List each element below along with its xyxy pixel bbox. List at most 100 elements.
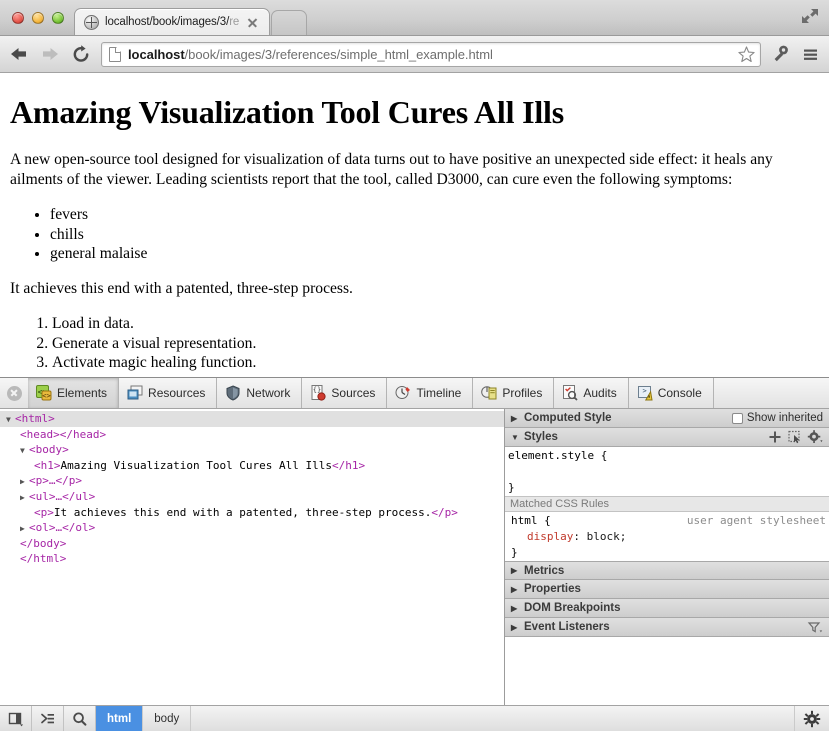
- dom-node-head[interactable]: <head></head>: [0, 427, 504, 442]
- disclosure-triangle-icon[interactable]: [20, 490, 29, 505]
- show-inherited-checkbox[interactable]: [731, 412, 743, 424]
- dom-node-p-text[interactable]: <p>It achieves this end with a patented,…: [0, 505, 504, 520]
- styles-settings-icon[interactable]: [807, 429, 823, 445]
- page-paragraph-1: A new open-source tool designed for visu…: [10, 150, 773, 189]
- address-bar[interactable]: localhost/book/images/3/references/simpl…: [101, 41, 761, 67]
- disclosure-triangle-icon[interactable]: [20, 443, 29, 458]
- dom-node-ol-collapsed[interactable]: <ol>…</ol>: [0, 520, 504, 536]
- gear-icon[interactable]: [795, 706, 829, 731]
- section-label: DOM Breakpoints: [524, 602, 621, 614]
- list-item: Generate a visual representation.: [52, 335, 819, 354]
- globe-icon: [84, 14, 99, 30]
- list-item: fevers: [50, 206, 819, 225]
- new-tab-button[interactable]: [271, 10, 307, 35]
- css-property-value[interactable]: block;: [580, 530, 627, 543]
- tab-network[interactable]: Network: [217, 378, 303, 408]
- star-icon[interactable]: [737, 45, 756, 64]
- list-item: Activate magic healing function.: [52, 354, 819, 373]
- dock-to-side-icon[interactable]: [0, 706, 32, 731]
- tab-label: Sources: [331, 386, 376, 400]
- rule-header: html { user agent stylesheet: [508, 513, 829, 529]
- svg-text:>: >: [642, 387, 646, 395]
- disclosure-triangle-icon[interactable]: [511, 433, 520, 442]
- disclosure-triangle-icon[interactable]: [20, 474, 29, 489]
- dom-node-html-close[interactable]: </html>: [0, 551, 504, 566]
- dom-node-ul-collapsed[interactable]: <ul>…</ul>: [0, 489, 504, 505]
- section-event-listeners[interactable]: Event Listeners: [505, 618, 829, 637]
- rule-origin: user agent stylesheet: [686, 514, 826, 527]
- section-metrics[interactable]: Metrics: [505, 561, 829, 580]
- devtools-tabbar: <> <> Elements Resources: [0, 378, 829, 409]
- disclosure-triangle-icon[interactable]: [511, 623, 520, 632]
- dom-node-body-open[interactable]: <body>: [0, 442, 504, 458]
- filter-icon[interactable]: [807, 619, 823, 635]
- svg-text:<>: <>: [42, 392, 50, 400]
- page-document-icon: [109, 46, 121, 62]
- menu-icon[interactable]: [800, 44, 821, 65]
- inspect-search-icon[interactable]: [64, 706, 96, 731]
- tab-audits[interactable]: Audits: [554, 378, 629, 408]
- window-controls: [0, 12, 64, 35]
- tab-label: Resources: [148, 386, 206, 400]
- tab-resources[interactable]: Resources: [119, 378, 218, 408]
- disclosure-triangle-icon[interactable]: [511, 566, 520, 575]
- section-label: Styles: [524, 431, 558, 443]
- back-arrow-icon[interactable]: [8, 43, 30, 65]
- css-declaration[interactable]: display: block;: [508, 529, 829, 545]
- styles-sidebar: Computed Style Show inherited Styles: [505, 409, 829, 705]
- section-styles[interactable]: Styles: [505, 428, 829, 447]
- sources-icon: {}: [310, 385, 327, 401]
- add-rule-icon[interactable]: [767, 429, 783, 445]
- matched-rule-html: html { user agent stylesheet display: bl…: [505, 512, 829, 561]
- breadcrumb-body[interactable]: body: [143, 706, 192, 731]
- dom-node-h1[interactable]: <h1>Amazing Visualization Tool Cures All…: [0, 458, 504, 473]
- devtools-body: <html> <head></head> <body> <h1>Amazing …: [0, 409, 829, 705]
- window-minimize-button[interactable]: [32, 12, 44, 24]
- breadcrumb-html[interactable]: html: [96, 706, 144, 731]
- fullscreen-arrows-icon[interactable]: [799, 6, 821, 26]
- resources-icon: [127, 385, 143, 401]
- breadcrumb-filler: [191, 706, 795, 731]
- tab-elements[interactable]: <> <> Elements: [28, 378, 120, 408]
- profiles-icon: [481, 385, 497, 401]
- section-label: Computed Style: [524, 412, 612, 424]
- section-properties[interactable]: Properties: [505, 580, 829, 599]
- timeline-icon: [395, 385, 411, 401]
- dom-tree[interactable]: <html> <head></head> <body> <h1>Amazing …: [0, 409, 505, 705]
- dom-node-html-open[interactable]: <html>: [0, 411, 504, 427]
- tab-title: localhost/book/images/3/re: [105, 16, 240, 28]
- disclosure-triangle-icon[interactable]: [20, 521, 29, 536]
- disclosure-triangle-icon[interactable]: [511, 604, 520, 613]
- window-close-button[interactable]: [12, 12, 24, 24]
- show-drawer-icon[interactable]: [32, 706, 64, 731]
- window-zoom-button[interactable]: [52, 12, 64, 24]
- audits-icon: [562, 385, 578, 401]
- disclosure-triangle-icon[interactable]: [6, 412, 15, 427]
- devtools-close-button[interactable]: [0, 378, 28, 408]
- list-item: chills: [50, 226, 819, 245]
- browser-window: localhost/book/images/3/re localhost/boo…: [0, 0, 829, 731]
- tab-timeline[interactable]: Timeline: [387, 378, 474, 408]
- reload-icon[interactable]: [70, 43, 92, 65]
- element-style-close: }: [508, 481, 515, 494]
- close-icon[interactable]: [246, 16, 259, 29]
- devtools-status-bar: html body: [0, 705, 829, 731]
- close-icon: [6, 385, 22, 401]
- disclosure-triangle-icon[interactable]: [511, 585, 520, 594]
- tab-profiles[interactable]: Profiles: [473, 378, 555, 408]
- element-state-icon[interactable]: [787, 429, 803, 445]
- disclosure-triangle-icon[interactable]: [511, 414, 520, 423]
- browser-tab[interactable]: localhost/book/images/3/re: [74, 8, 270, 35]
- rule-selector[interactable]: html {: [508, 513, 551, 529]
- tab-console[interactable]: > Console: [629, 378, 714, 408]
- section-dom-breakpoints[interactable]: DOM Breakpoints: [505, 599, 829, 618]
- elements-icon: <> <>: [36, 385, 52, 401]
- section-computed-style[interactable]: Computed Style Show inherited: [505, 409, 829, 428]
- section-label: Properties: [524, 583, 581, 595]
- tab-sources[interactable]: {} Sources: [302, 378, 388, 408]
- dom-node-p-collapsed[interactable]: <p>…</p>: [0, 473, 504, 489]
- css-property-name[interactable]: display: [527, 530, 573, 543]
- wrench-icon[interactable]: [770, 44, 791, 65]
- tab-label: Elements: [57, 386, 108, 400]
- dom-node-body-close[interactable]: </body>: [0, 536, 504, 551]
